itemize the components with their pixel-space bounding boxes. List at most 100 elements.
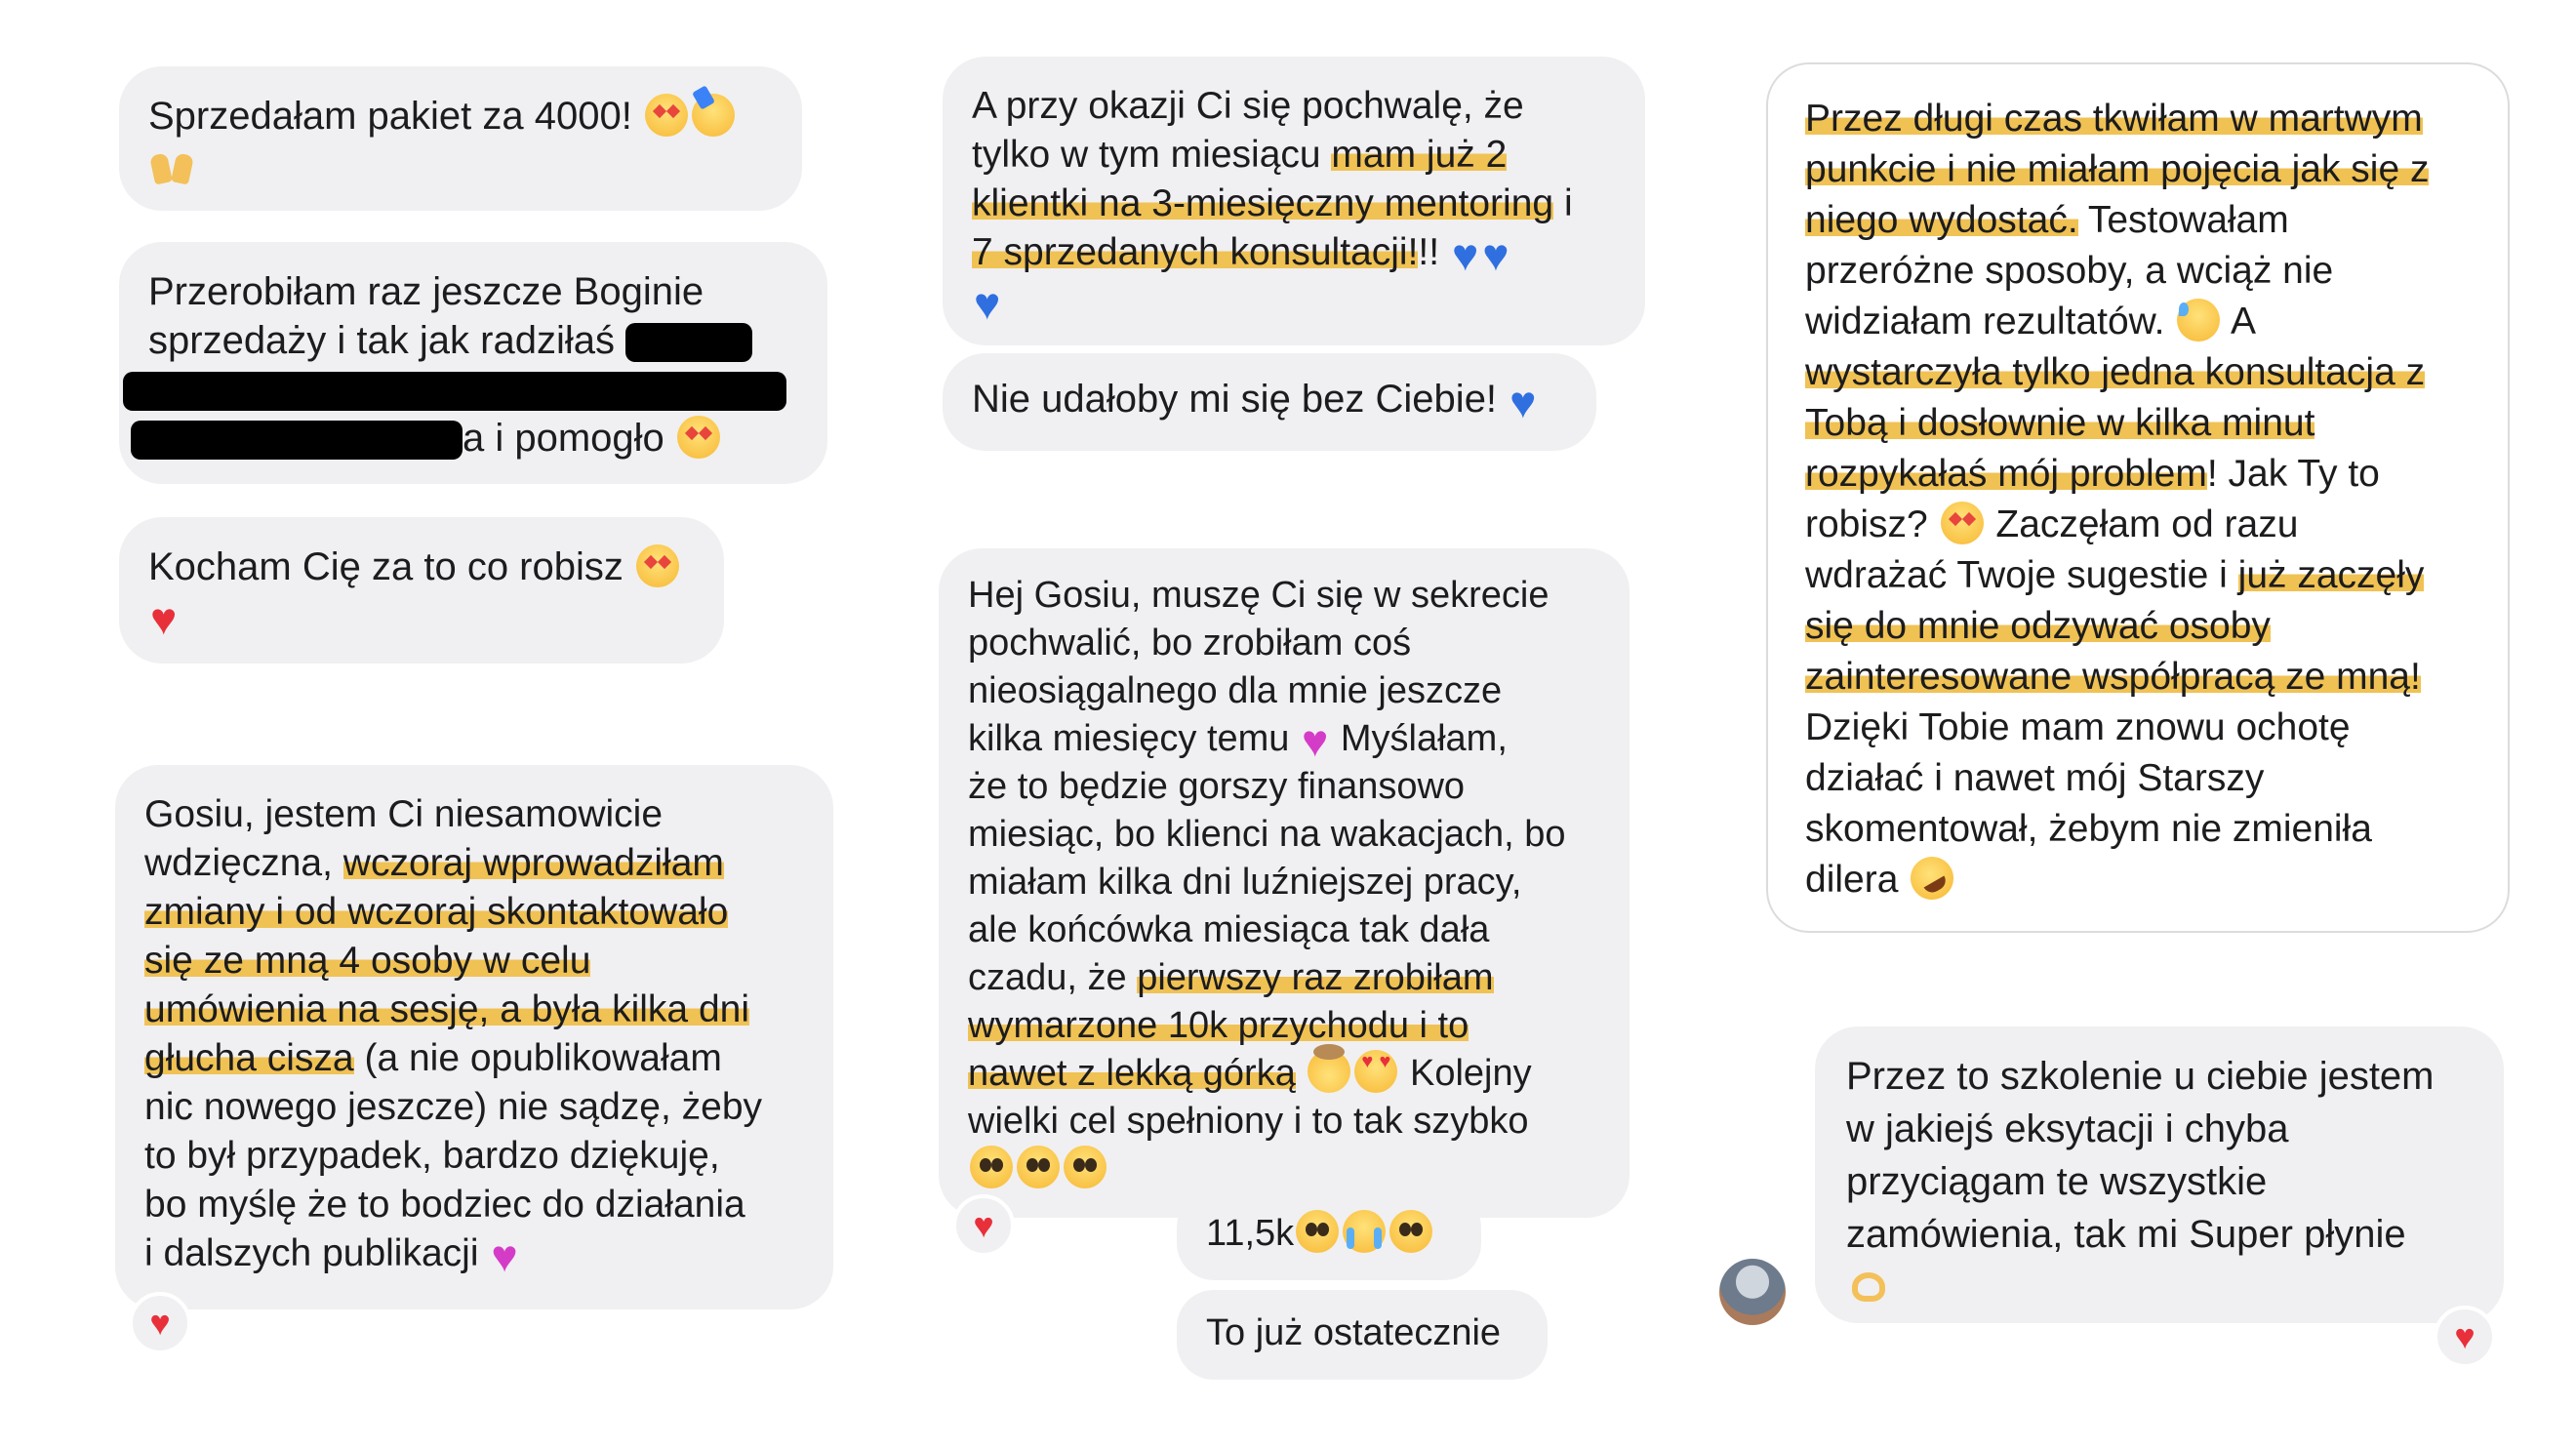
message-bubble-amount: 11,5k [1177, 1190, 1481, 1280]
message-text: to był przypadek, bardzo dziękuję, [144, 1135, 720, 1177]
pleading-face-emoji-icon [1389, 1210, 1433, 1253]
message-bubble-gratitude: Gosiu, jestem Ci niesamowicie wdzięczna,… [115, 765, 833, 1309]
redaction-bar [123, 372, 786, 412]
message-text: A przy okazji Ci się pochwalę, że [972, 85, 1524, 127]
message-text: działać i nawet mój Starszy [1805, 757, 2265, 799]
message-text: sprzedaży i tak jak radziłaś [148, 319, 615, 362]
highlighted-text: zmiany i od wczoraj skontaktowało [144, 891, 729, 933]
message-text: bo myślę że to bodziec do działania [144, 1184, 745, 1226]
message-text: i dalszych publikacji [144, 1232, 479, 1274]
highlighted-text: się ze mną 4 osoby w celu [144, 940, 591, 982]
message-text: pochwalić, bo zrobiłam coś [968, 623, 1412, 664]
message-text: 11,5k [1206, 1213, 1295, 1254]
message-text: Zaczęłam od razu [1995, 503, 2299, 545]
highlighted-text: wczoraj wprowadziłam [342, 842, 724, 884]
exploding-head-emoji-icon [1308, 1044, 1351, 1093]
message-text: a i pomogło [463, 417, 664, 460]
message-text: A [2231, 301, 2257, 342]
highlighted-text: się do mnie odzywać osoby [1805, 605, 2271, 647]
message-text: ! Jak Ty to [2206, 453, 2380, 495]
message-bubble-redacted: Przerobiłam raz jeszcze Boginie sprzedaż… [119, 242, 827, 484]
pleading-face-emoji-icon [970, 1146, 1013, 1188]
highlighted-text: rozpykałaś mój problem [1805, 453, 2207, 495]
message-bubble-thanks: Nie udałoby mi się bez Ciebie! ♥ [943, 353, 1596, 451]
message-text: że to będzie gorszy finansowo [968, 766, 1466, 807]
message-text: miesiąc, bo klienci na wakacjach, bo [968, 814, 1566, 855]
highlighted-text: już zaczęły [2237, 554, 2425, 596]
star-struck-emoji-icon [636, 544, 679, 587]
message-text: kilka miesięcy temu [968, 718, 1290, 759]
message-text: Kolejny [1409, 1053, 1532, 1094]
star-struck-emoji-icon [644, 94, 688, 137]
message-bubble-mentoring: A przy okazji Ci się pochwalę, że tylko … [943, 57, 1645, 345]
message-text: wdzięczna, [144, 842, 333, 884]
message-text: !! [1418, 231, 1440, 273]
pleading-face-emoji-icon [1064, 1146, 1107, 1188]
message-text: w jakiejś eksytacji i chyba [1846, 1107, 2289, 1150]
rofl-emoji-icon [1903, 848, 1962, 908]
message-text: ale końcówka miesiąca tak dała [968, 909, 1490, 950]
highlighted-text: Tobą i dosłownie w kilka minut [1805, 402, 2315, 444]
message-text: Hej Gosiu, muszę Ci się w sekrecie [968, 575, 1550, 616]
message-text: czadu, że [968, 957, 1127, 998]
message-text: skomentował, żebym nie zmieniła [1805, 808, 2372, 850]
message-text: przeróżne sposoby, a wciąż nie [1805, 250, 2334, 292]
message-text: To już ostatecznie [1206, 1312, 1502, 1353]
heart-reaction-icon[interactable]: ♥ [952, 1194, 1015, 1257]
message-text: miałam kilka dni luźniejszej pracy, [968, 862, 1522, 903]
highlighted-text: zainteresowane współpracą ze mną! [1805, 656, 2421, 698]
heart-reaction-icon[interactable]: ♥ [2434, 1306, 2496, 1368]
message-bubble-10k: Hej Gosiu, muszę Ci się w sekrecie pochw… [939, 548, 1630, 1218]
message-text: Testowałam [2087, 199, 2289, 241]
downcast-sweat-emoji-icon [2177, 299, 2221, 342]
pink-heart-icon: ♥ [491, 1230, 518, 1281]
message-text: przyciągam te wszystkie [1846, 1160, 2268, 1203]
message-text: zamówienia, tak mi Super płynie [1846, 1213, 2406, 1256]
highlighted-text: głucha cisza [144, 1037, 354, 1079]
message-bubble-final: To już ostatecznie [1177, 1290, 1548, 1380]
avatar[interactable] [1719, 1259, 1786, 1325]
message-text: Sprzedałam pakiet za 4000! [148, 95, 632, 138]
crying-face-emoji-icon [1343, 1210, 1387, 1253]
partying-face-emoji-icon [691, 94, 735, 137]
message-text: Kocham Cię za to co robisz [148, 545, 624, 588]
heart-hands-emoji-icon [1848, 1265, 1891, 1308]
highlighted-text: mam już 2 [1331, 134, 1508, 176]
message-text: (a nie opublikowałam [364, 1037, 722, 1079]
star-struck-emoji-icon [1940, 502, 1984, 544]
message-text: Gosiu, jestem Ci niesamowicie [144, 793, 664, 835]
blue-heart-icon: ♥ [1451, 229, 1479, 280]
highlighted-text: Przez długi czas tkwiłam w martwym [1805, 98, 2423, 140]
pink-heart-icon: ♥ [1301, 715, 1329, 766]
message-text: i [1563, 182, 1573, 224]
heart-reaction-icon[interactable]: ♥ [129, 1292, 191, 1354]
message-text: wdrażać Twoje sugestie i [1805, 554, 2228, 596]
message-text: Nie udałoby mi się bez Ciebie! [972, 378, 1498, 421]
highlighted-text: wymarzone 10k przychodu i to [968, 1005, 1469, 1046]
redaction-bar [131, 421, 463, 461]
red-heart-icon: ♥ [150, 593, 178, 644]
message-text: robisz? [1805, 503, 1928, 545]
pleading-face-emoji-icon [1296, 1210, 1340, 1253]
pleading-face-emoji-icon [1017, 1146, 1060, 1188]
raising-hands-emoji-icon [150, 142, 193, 185]
message-text: Przerobiłam raz jeszcze Boginie [148, 270, 704, 313]
message-text: Myślałam, [1340, 718, 1508, 759]
highlighted-text: niego wydostać. [1805, 199, 2078, 241]
message-text: nieosiągalnego dla mnie jeszcze [968, 670, 1503, 711]
blue-heart-icon: ♥ [1482, 229, 1509, 280]
message-bubble-training: Przez to szkolenie u ciebie jestem w jak… [1815, 1026, 2504, 1323]
blue-heart-icon: ♥ [1509, 377, 1537, 427]
message-text: Przez to szkolenie u ciebie jestem [1846, 1055, 2435, 1098]
highlighted-text: wystarczyła tylko jedna konsultacja z [1805, 351, 2426, 393]
highlighted-text: umówienia na sesję, a była kilka dni [144, 988, 750, 1030]
message-text: tylko w tym miesiącu [972, 134, 1321, 176]
message-text: nic nowego jeszcze) nie sądzę, żeby [144, 1086, 763, 1128]
highlighted-text: pierwszy raz zrobiłam [1137, 957, 1494, 998]
message-text: Dzięki Tobie mam znowu ochotę [1805, 706, 2351, 748]
highlighted-text: klientki na 3-miesięczny mentoring [972, 182, 1554, 224]
message-bubble-sale: Sprzedałam pakiet za 4000! [119, 66, 802, 211]
blue-heart-icon: ♥ [974, 278, 1001, 329]
highlighted-text: 7 sprzedanych konsultacji! [972, 231, 1419, 273]
message-text: wielki cel spełniony i to tak szybko [968, 1101, 1529, 1142]
